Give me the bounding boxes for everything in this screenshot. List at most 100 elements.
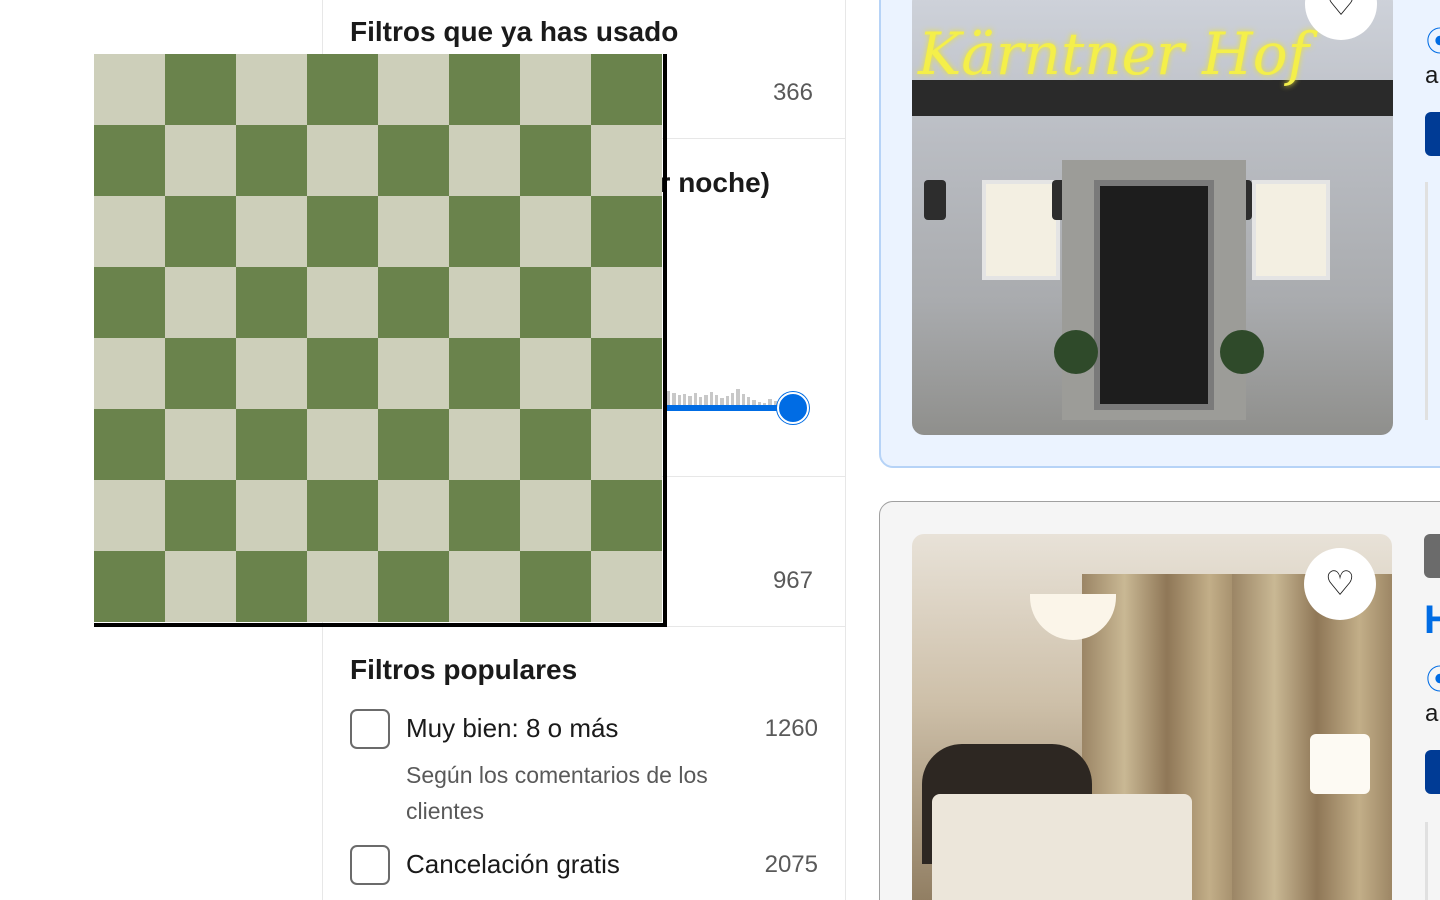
- rating-badge: [1424, 534, 1440, 578]
- board-square: [591, 54, 662, 125]
- board-square: [520, 54, 591, 125]
- board-square: [591, 267, 662, 338]
- filter-label: Cancelación gratis: [406, 849, 620, 879]
- filter-very-good-8-plus[interactable]: Muy bien: 8 o más Según los comentarios …: [350, 709, 818, 824]
- board-square: [94, 409, 165, 480]
- board-square: [449, 54, 520, 125]
- checkbox[interactable]: [350, 845, 390, 885]
- board-square: [378, 480, 449, 551]
- board-square: [94, 267, 165, 338]
- floor-lamp: [1310, 734, 1370, 794]
- board-square: [165, 551, 236, 622]
- board-square: [94, 480, 165, 551]
- board-square: [165, 338, 236, 409]
- property-photo[interactable]: Kärntner Hof: [912, 0, 1393, 435]
- board-square: [378, 196, 449, 267]
- board-square: [591, 551, 662, 622]
- heart-icon: ♡: [1325, 0, 1357, 23]
- popular-filters-title: Filtros populares: [350, 654, 578, 685]
- board-square: [449, 125, 520, 196]
- board-square: [307, 196, 378, 267]
- board-square: [94, 551, 165, 622]
- board-square: [236, 196, 307, 267]
- board-square: [449, 551, 520, 622]
- property-name-fragment[interactable]: H: [1424, 598, 1440, 643]
- board-square: [449, 480, 520, 551]
- heart-icon: ♡: [1324, 565, 1356, 603]
- checkbox[interactable]: [350, 709, 390, 749]
- board-square: [165, 54, 236, 125]
- board-square: [449, 338, 520, 409]
- board-square: [307, 480, 378, 551]
- board-square: [520, 338, 591, 409]
- entrance-door: [1094, 180, 1214, 410]
- board-square: [520, 409, 591, 480]
- board-square: [236, 54, 307, 125]
- divider: [1425, 822, 1428, 900]
- board-square: [236, 267, 307, 338]
- price-slider-max-handle[interactable]: [777, 392, 809, 424]
- board-square: [378, 551, 449, 622]
- board-square: [236, 480, 307, 551]
- wall-lamp: [924, 180, 946, 220]
- divider: [1425, 182, 1428, 420]
- board-square: [520, 267, 591, 338]
- planter: [1054, 330, 1098, 374]
- bed: [932, 794, 1192, 900]
- rating-badge: [1425, 750, 1440, 794]
- board-square: [591, 338, 662, 409]
- used-filter-count: 366: [772, 79, 813, 106]
- price-histogram: [667, 385, 777, 405]
- board-square: [94, 54, 165, 125]
- board-square: [449, 267, 520, 338]
- address-fragment: a: [1425, 62, 1439, 89]
- board-square: [307, 267, 378, 338]
- location-pin-icon: ⦿: [1426, 20, 1440, 60]
- filter-count: 967: [772, 567, 813, 594]
- board-square: [94, 196, 165, 267]
- board-square: [520, 125, 591, 196]
- board-square: [449, 409, 520, 480]
- board-square: [591, 480, 662, 551]
- board-square: [591, 196, 662, 267]
- board-square: [378, 125, 449, 196]
- board-square: [378, 338, 449, 409]
- filter-label: Muy bien: 8 o más: [406, 713, 619, 743]
- window: [982, 180, 1060, 280]
- board-square: [378, 409, 449, 480]
- board-square: [165, 409, 236, 480]
- window: [1252, 180, 1330, 280]
- board-square: [307, 54, 378, 125]
- popular-filters-section: Filtros populares Muy bien: 8 o más Segú…: [323, 627, 845, 900]
- filter-sublabel: Según los comentarios de los clientes: [406, 762, 708, 824]
- save-favorite-button[interactable]: ♡: [1304, 548, 1376, 620]
- board-square: [307, 125, 378, 196]
- filter-count: 1260: [764, 715, 818, 742]
- filter-free-cancellation[interactable]: Cancelación gratis 2075: [350, 845, 818, 889]
- board-square: [236, 551, 307, 622]
- board-square: [165, 267, 236, 338]
- rating-badge: [1425, 112, 1440, 156]
- board-square: [94, 125, 165, 196]
- board-square: [236, 338, 307, 409]
- board-square: [307, 551, 378, 622]
- address-fragment: a: [1425, 700, 1439, 727]
- board-square: [236, 125, 307, 196]
- location-pin-icon: ⦿: [1426, 658, 1440, 698]
- board-square: [520, 551, 591, 622]
- filter-count: 2075: [764, 851, 818, 878]
- planter: [1220, 330, 1264, 374]
- board-square: [449, 196, 520, 267]
- board-square: [307, 409, 378, 480]
- board-square: [165, 125, 236, 196]
- board-square: [520, 480, 591, 551]
- board-square: [520, 196, 591, 267]
- board-square: [236, 409, 307, 480]
- neon-sign: Kärntner Hof: [918, 20, 1310, 88]
- board-square: [378, 267, 449, 338]
- board-square: [94, 338, 165, 409]
- board-square: [165, 196, 236, 267]
- board-square: [165, 480, 236, 551]
- board-square: [591, 409, 662, 480]
- board-square: [378, 54, 449, 125]
